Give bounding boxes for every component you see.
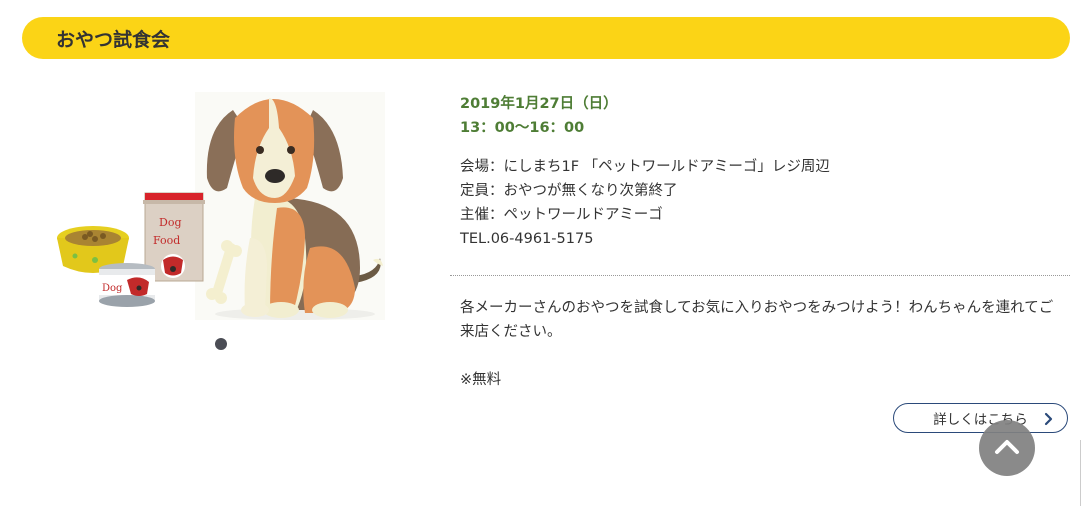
event-info: 2019年1月27日（日） 13：00〜16：00 会場：にしまち1F 「ペット… <box>460 92 1070 251</box>
event-date: 2019年1月27日（日） <box>460 96 618 112</box>
event-details: 会場：にしまち1F 「ペットワールドアミーゴ」レジ周辺 定員：おやつが無くなり次… <box>460 155 1070 251</box>
back-to-top-button[interactable] <box>979 420 1035 476</box>
event-time: 13：00〜16：00 <box>460 120 585 136</box>
event-organizer: 主催：ペットワールドアミーゴ <box>460 207 663 223</box>
bag-label-line2: Food <box>153 234 180 247</box>
scroll-edge-line <box>1080 440 1081 506</box>
event-venue: 会場：にしまち1F 「ペットワールドアミーゴ」レジ周辺 <box>460 159 830 175</box>
section-title: おやつ試食会 <box>56 28 171 51</box>
event-capacity: 定員：おやつが無くなり次第終了 <box>460 183 678 199</box>
event-phone: TEL.06-4961-5175 <box>460 231 594 247</box>
chevron-right-icon <box>1044 412 1054 430</box>
event-illustration: Dog Food Dog <box>55 88 390 324</box>
section-title-bar: おやつ試食会 <box>22 17 1070 59</box>
bag-label-line1: Dog <box>159 216 181 229</box>
event-note: ※無料 <box>460 372 502 388</box>
dog-food-illustration: Dog Food Dog <box>57 92 385 320</box>
chevron-up-icon <box>994 437 1020 459</box>
details-link-button[interactable]: 詳しくはこちら <box>893 403 1068 433</box>
can-label: Dog <box>102 283 123 294</box>
dotted-divider <box>450 275 1070 276</box>
slider-dot-active[interactable] <box>215 338 227 350</box>
event-description: 各メーカーさんのおやつを試食してお気に入りおやつをみつけよう！わんちゃんを連れて… <box>460 300 1054 340</box>
